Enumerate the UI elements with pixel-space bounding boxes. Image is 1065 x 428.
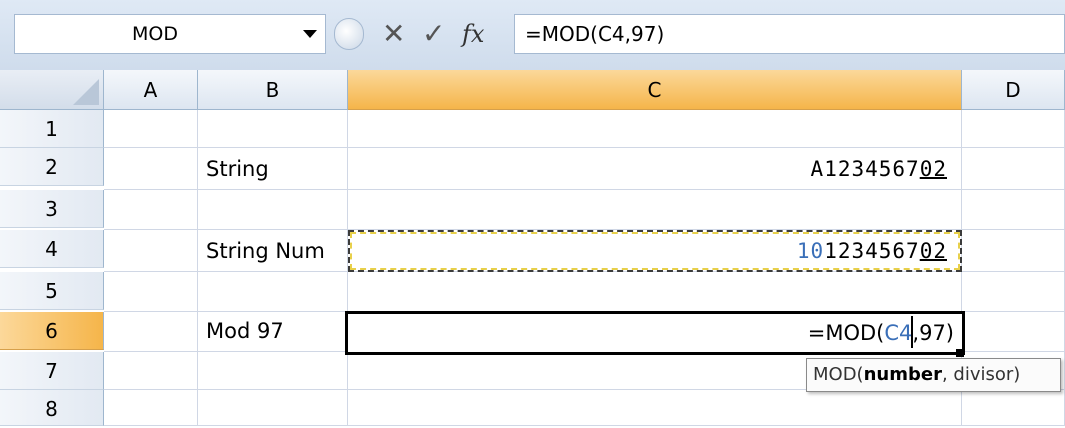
row-header-4[interactable]: 4 [0, 230, 104, 268]
row-header-6[interactable]: 6 [0, 312, 104, 350]
cancel-button[interactable]: ✕ [382, 14, 405, 54]
tooltip-function: MOD( [813, 364, 864, 385]
column-header-b[interactable]: B [198, 70, 348, 110]
cell-b1[interactable] [198, 110, 348, 148]
cell-c5[interactable] [348, 272, 962, 312]
cell-a4[interactable] [104, 230, 198, 272]
fill-handle[interactable] [956, 349, 964, 357]
formula-input[interactable]: =MOD(C4,97) [514, 14, 1065, 54]
row-header-2[interactable]: 2 [0, 148, 104, 186]
cell-d3[interactable] [962, 190, 1065, 230]
row-header-8[interactable]: 8 [0, 390, 104, 426]
cell-b5[interactable] [198, 272, 348, 312]
cell-c2-main: A1234567 [810, 157, 920, 181]
cell-b4[interactable]: String Num [198, 230, 348, 272]
cell-c2[interactable]: A123456702 [348, 148, 962, 190]
column-header-a[interactable]: A [104, 70, 198, 110]
name-box[interactable]: MOD [14, 14, 326, 54]
close-icon: ✕ [382, 17, 406, 50]
cell-b3[interactable] [198, 190, 348, 230]
cell-a7[interactable] [104, 352, 198, 390]
cell-d2[interactable] [962, 148, 1065, 190]
formula-bar-buttons: ✕ ✓ fx [334, 14, 508, 54]
cell-b8[interactable] [198, 390, 348, 426]
cell-b6[interactable]: Mod 97 [198, 312, 348, 352]
column-header-c[interactable]: C [348, 70, 962, 110]
row-header-7[interactable]: 7 [0, 352, 104, 390]
cell-a8[interactable] [104, 390, 198, 426]
tooltip-remaining-arguments: , divisor) [941, 364, 1021, 385]
cell-c1[interactable] [348, 110, 962, 148]
cell-c2-tail: 02 [919, 157, 947, 181]
cell-c3[interactable] [348, 190, 962, 230]
cell-a6[interactable] [104, 312, 198, 352]
cell-c6-formula: =MOD(C4,97) [808, 314, 954, 352]
active-cell-c6[interactable]: =MOD(C4,97) [345, 311, 965, 355]
row-header-3[interactable]: 3 [0, 190, 104, 228]
cell-a3[interactable] [104, 190, 198, 230]
column-header-d[interactable]: D [962, 70, 1065, 110]
cell-d5[interactable] [962, 272, 1065, 312]
row-header-1[interactable]: 1 [0, 110, 104, 148]
cell-d8[interactable] [962, 390, 1065, 426]
cell-b7[interactable] [198, 352, 348, 390]
cell-a2[interactable] [104, 148, 198, 190]
cell-c6-ref: C4 [884, 321, 913, 345]
grip-handle-icon[interactable] [334, 18, 364, 50]
row-header-5[interactable]: 5 [0, 272, 104, 310]
name-box-value: MOD [132, 23, 178, 45]
checkmark-icon: ✓ [422, 17, 446, 50]
tooltip-current-argument[interactable]: number [864, 364, 942, 385]
insert-function-button[interactable]: fx [462, 14, 484, 54]
function-icon: fx [462, 20, 485, 48]
enter-button[interactable]: ✓ [422, 14, 445, 54]
function-tooltip[interactable]: MOD(number, divisor) [806, 358, 1061, 392]
text-cursor [911, 316, 913, 348]
cell-c8[interactable] [348, 390, 962, 426]
formula-bar: MOD ✕ ✓ fx =MOD(C4,97) [0, 0, 1065, 71]
cell-d4[interactable] [962, 230, 1065, 272]
cell-a1[interactable] [104, 110, 198, 148]
cell-d1[interactable] [962, 110, 1065, 148]
cell-d6[interactable] [962, 312, 1065, 352]
cell-a5[interactable] [104, 272, 198, 312]
select-all-button[interactable] [0, 70, 104, 110]
cell-c6-suffix: ,97) [912, 321, 954, 345]
cell-c6-prefix: =MOD( [807, 321, 885, 345]
select-all-icon [73, 79, 99, 105]
cell-b2[interactable]: String [198, 148, 348, 190]
reference-marquee [348, 230, 962, 272]
chevron-down-icon[interactable] [303, 30, 317, 38]
